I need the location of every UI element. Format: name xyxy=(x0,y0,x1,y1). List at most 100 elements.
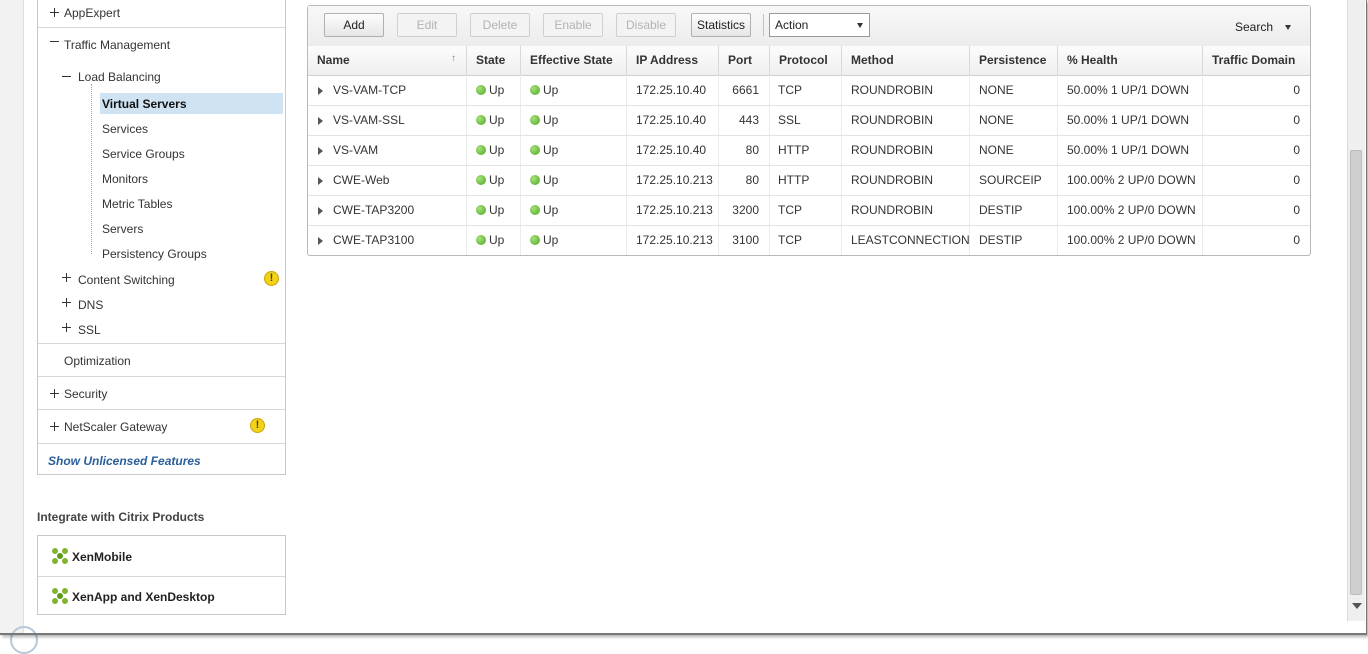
cell-name: CWE-TAP3100 xyxy=(333,233,415,247)
help-circle-icon[interactable] xyxy=(10,626,38,654)
warning-icon: ! xyxy=(264,271,279,286)
cell-ip: 172.25.10.40 xyxy=(636,83,707,97)
cell-method: ROUNDROBIN xyxy=(851,203,934,217)
add-button[interactable]: Add xyxy=(324,13,384,37)
column-header-effective-state[interactable]: Effective State xyxy=(520,46,626,75)
cell-persistence: NONE xyxy=(979,83,1014,97)
edit-button[interactable]: Edit xyxy=(397,13,457,37)
nav-item-services[interactable]: Services xyxy=(38,118,285,139)
virtual-servers-grid: Add Edit Delete Enable Disable Statistic… xyxy=(307,5,1311,256)
cell-effective-state: Up xyxy=(530,136,558,165)
nav-label: DNS xyxy=(78,298,104,312)
cell-health: 100.00% 2 UP/0 DOWN xyxy=(1067,203,1196,217)
column-header-name[interactable]: Name ↑ xyxy=(308,46,466,75)
column-header-ip-address[interactable]: IP Address xyxy=(626,46,718,75)
nav-item-ssl[interactable]: SSL xyxy=(38,318,285,340)
table-row[interactable]: CWE-TAP3200 Up Up 172.25.10.213 3200 TCP… xyxy=(308,196,1310,226)
statistics-button[interactable]: Statistics xyxy=(691,13,751,37)
scroll-down-arrow-icon[interactable] xyxy=(1352,603,1362,609)
cell-state: Up xyxy=(476,76,504,105)
effective-state-text: Up xyxy=(543,83,559,97)
cell-ip: 172.25.10.40 xyxy=(636,113,707,127)
state-text: Up xyxy=(489,173,505,187)
effective-state-text: Up xyxy=(543,113,559,127)
status-up-icon xyxy=(530,205,540,215)
nav-label: Optimization xyxy=(64,354,131,368)
search-dropdown[interactable]: Search xyxy=(1235,20,1291,34)
status-up-icon xyxy=(530,115,540,125)
effective-state-text: Up xyxy=(543,233,559,247)
nav-item-optimization[interactable]: Optimization xyxy=(38,344,285,376)
cell-name: CWE-Web xyxy=(333,173,390,187)
vertical-scrollbar[interactable] xyxy=(1347,0,1365,621)
nav-label: SSL xyxy=(78,323,101,337)
cell-state: Up xyxy=(476,226,504,255)
effective-state-text: Up xyxy=(543,173,559,187)
cell-state: Up xyxy=(476,166,504,195)
action-dropdown[interactable]: Action xyxy=(769,13,870,37)
expand-row-icon[interactable] xyxy=(318,117,323,125)
nav-item-load-balancing[interactable]: Load Balancing xyxy=(38,65,285,89)
collapse-icon xyxy=(50,37,59,46)
cell-traffic-domain: 0 xyxy=(1293,113,1300,127)
column-header-state[interactable]: State xyxy=(466,46,520,75)
nav-item-netscaler-gateway[interactable]: NetScaler Gateway ! xyxy=(38,410,285,442)
nav-item-security[interactable]: Security xyxy=(38,377,285,409)
nav-item-virtual-servers[interactable]: Virtual Servers xyxy=(38,93,285,114)
column-header-method[interactable]: Method xyxy=(841,46,969,75)
integrate-title: Integrate with Citrix Products xyxy=(37,510,205,524)
product-xenapp-xendesktop[interactable]: XenApp and XenDesktop xyxy=(38,576,285,616)
disable-button[interactable]: Disable xyxy=(616,13,676,37)
delete-button[interactable]: Delete xyxy=(470,13,530,37)
scrollbar-thumb[interactable] xyxy=(1350,150,1362,595)
nav-item-traffic-management[interactable]: Traffic Management xyxy=(38,28,285,55)
table-row[interactable]: VS-VAM-TCP Up Up 172.25.10.40 6661 TCP R… xyxy=(308,76,1310,106)
cell-port: 3200 xyxy=(732,203,759,217)
cell-health: 50.00% 1 UP/1 DOWN xyxy=(1067,83,1190,97)
cell-port: 443 xyxy=(738,113,759,127)
nav-label: Monitors xyxy=(102,172,149,186)
cell-traffic-domain: 0 xyxy=(1293,83,1300,97)
nav-item-persistency-groups[interactable]: Persistency Groups xyxy=(38,243,285,264)
column-header-protocol[interactable]: Protocol xyxy=(769,46,841,75)
table-row[interactable]: CWE-Web Up Up 172.25.10.213 80 HTTP ROUN… xyxy=(308,166,1310,196)
show-unlicensed-features-link[interactable]: Show Unlicensed Features xyxy=(48,454,201,468)
status-up-icon xyxy=(476,85,486,95)
status-up-icon xyxy=(530,175,540,185)
status-up-icon xyxy=(476,115,486,125)
table-row[interactable]: VS-VAM Up Up 172.25.10.40 80 HTTP ROUNDR… xyxy=(308,136,1310,166)
expand-icon xyxy=(62,273,71,282)
nav-item-dns[interactable]: DNS xyxy=(38,293,285,315)
expand-row-icon[interactable] xyxy=(318,87,323,95)
nav-item-metric-tables[interactable]: Metric Tables xyxy=(38,193,285,214)
nav-label: NetScaler Gateway xyxy=(64,420,168,434)
column-header-traffic-domain[interactable]: Traffic Domain xyxy=(1202,46,1310,75)
cell-ip: 172.25.10.213 xyxy=(636,173,713,187)
cell-protocol: HTTP xyxy=(778,143,810,157)
nav-item-content-switching[interactable]: Content Switching ! xyxy=(38,268,285,290)
expand-row-icon[interactable] xyxy=(318,237,323,245)
nav-label: Servers xyxy=(102,222,144,236)
nav-panel: AppExpert Traffic Management Load Balanc… xyxy=(37,0,286,475)
enable-button[interactable]: Enable xyxy=(543,13,603,37)
table-row[interactable]: CWE-TAP3100 Up Up 172.25.10.213 3100 TCP… xyxy=(308,226,1310,256)
expand-row-icon[interactable] xyxy=(318,177,323,185)
nav-item-service-groups[interactable]: Service Groups xyxy=(38,143,285,164)
collapse-icon xyxy=(62,72,71,81)
nav-item-appexpert[interactable]: AppExpert xyxy=(38,0,285,27)
nav-label: Persistency Groups xyxy=(102,247,207,261)
table-row[interactable]: VS-VAM-SSL Up Up 172.25.10.40 443 SSL RO… xyxy=(308,106,1310,136)
cell-traffic-domain: 0 xyxy=(1293,233,1300,247)
column-header-persistence[interactable]: Persistence xyxy=(969,46,1057,75)
status-up-icon xyxy=(476,205,486,215)
column-header-health[interactable]: % Health xyxy=(1057,46,1202,75)
nav-item-servers[interactable]: Servers xyxy=(38,218,285,239)
expand-row-icon[interactable] xyxy=(318,207,323,215)
cell-method: ROUNDROBIN xyxy=(851,113,934,127)
column-header-port[interactable]: Port xyxy=(718,46,769,75)
product-xenmobile[interactable]: XenMobile xyxy=(38,536,285,577)
cell-traffic-domain: 0 xyxy=(1293,143,1300,157)
nav-item-monitors[interactable]: Monitors xyxy=(38,168,285,189)
expand-row-icon[interactable] xyxy=(318,147,323,155)
nav-label: Metric Tables xyxy=(102,197,173,211)
